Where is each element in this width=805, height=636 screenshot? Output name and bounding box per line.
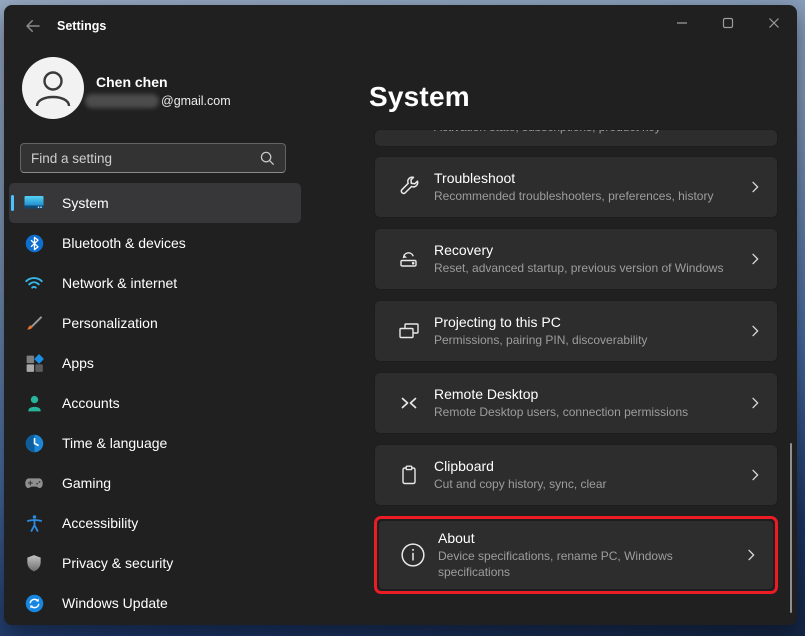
settings-window: Settings [4,5,797,625]
projecting-monitors-icon [396,318,422,344]
sidebar-item-label: System [62,195,109,211]
update-sync-icon [22,591,46,615]
item-subtitle: Device specifications, rename PC, Window… [438,548,740,580]
close-button[interactable] [751,5,797,41]
settings-item-partial[interactable]: Activation state, subscriptions, product… [374,129,778,147]
settings-item-clipboard[interactable]: Clipboard Cut and copy history, sync, cl… [374,444,778,506]
paintbrush-icon [22,311,46,335]
minimize-button[interactable] [659,5,705,41]
sidebar-item-system[interactable]: System [9,183,301,223]
sidebar-item-label: Windows Update [62,595,168,611]
titlebar: Settings [4,5,797,45]
sidebar-item-windows-update[interactable]: Windows Update [9,583,301,623]
avatar [22,57,84,119]
chevron-right-icon [747,323,763,339]
item-title: About [438,530,740,546]
settings-item-remote-desktop[interactable]: Remote Desktop Remote Desktop users, con… [374,372,778,434]
chevron-right-icon [743,547,759,563]
settings-list: Activation state, subscriptions, product… [374,129,778,594]
clock-icon [22,431,46,455]
selected-indicator [11,195,14,211]
search-input[interactable] [31,144,251,172]
clipboard-icon [396,462,422,488]
back-button[interactable] [16,11,50,41]
recovery-icon [396,246,422,272]
chevron-right-icon [747,395,763,411]
minimize-icon [676,17,688,29]
remote-desktop-icon [396,390,422,416]
scrollbar-thumb[interactable] [790,443,792,613]
user-profile[interactable]: Chen chen @gmail.com [22,57,322,127]
email-suffix: @gmail.com [161,94,231,108]
bluetooth-icon [22,231,46,255]
profile-name: Chen chen [96,74,168,90]
sidebar-item-apps[interactable]: Apps [9,343,301,383]
item-subtitle: Permissions, pairing PIN, discoverabilit… [434,332,647,348]
system-icon [22,191,46,215]
item-subtitle: Cut and copy history, sync, clear [434,476,607,492]
sidebar-nav: System Bluetooth & devices [9,183,301,623]
item-title: Projecting to this PC [434,314,647,330]
chevron-right-icon [747,179,763,195]
sidebar-item-label: Time & language [62,435,167,451]
sidebar-item-label: Personalization [62,315,158,331]
accounts-person-icon [22,391,46,415]
back-arrow-icon [24,17,42,35]
sidebar-item-privacy-security[interactable]: Privacy & security [9,543,301,583]
wrench-icon [396,174,422,200]
settings-item-recovery[interactable]: Recovery Reset, advanced startup, previo… [374,228,778,290]
sidebar-item-label: Privacy & security [62,555,173,571]
page-title: System [369,81,470,113]
sidebar-item-label: Apps [62,355,94,371]
wifi-icon [22,271,46,295]
sidebar-item-label: Accounts [62,395,120,411]
settings-item-about[interactable]: About Device specifications, rename PC, … [378,520,774,590]
search-box [20,143,286,173]
sidebar-item-gaming[interactable]: Gaming [9,463,301,503]
chevron-right-icon [747,251,763,267]
item-subtitle: Remote Desktop users, connection permiss… [434,404,688,420]
sidebar-item-personalization[interactable]: Personalization [9,303,301,343]
email-redacted-blur [85,94,159,108]
maximize-button[interactable] [705,5,751,41]
accessibility-person-icon [22,511,46,535]
sidebar-item-accessibility[interactable]: Accessibility [9,503,301,543]
item-title: Clipboard [434,458,607,474]
item-title: Remote Desktop [434,386,688,402]
chevron-right-icon [747,467,763,483]
desktop-background: Settings [0,0,805,636]
item-subtitle: Recommended troubleshooters, preferences… [434,188,713,204]
sidebar-item-network-internet[interactable]: Network & internet [9,263,301,303]
maximize-icon [722,17,734,29]
sidebar-item-label: Accessibility [62,515,138,531]
gamepad-icon [22,471,46,495]
close-icon [768,17,780,29]
search-icon[interactable] [258,149,276,167]
partial-subtitle: Activation state, subscriptions, product… [434,129,661,135]
info-icon [400,542,426,568]
sidebar-item-accounts[interactable]: Accounts [9,383,301,423]
item-title: Recovery [434,242,723,258]
sidebar-item-label: Gaming [62,475,111,491]
highlight-rectangle: About Device specifications, rename PC, … [374,516,778,594]
window-controls [659,5,797,41]
window-title: Settings [57,19,106,33]
settings-item-projecting[interactable]: Projecting to this PC Permissions, pairi… [374,300,778,362]
settings-item-troubleshoot[interactable]: Troubleshoot Recommended troubleshooters… [374,156,778,218]
apps-grid-icon [22,351,46,375]
sidebar-item-bluetooth-devices[interactable]: Bluetooth & devices [9,223,301,263]
shield-icon [22,551,46,575]
item-subtitle: Reset, advanced startup, previous versio… [434,260,723,276]
sidebar-item-label: Bluetooth & devices [62,235,186,251]
sidebar-item-label: Network & internet [62,275,177,291]
profile-email: @gmail.com [85,94,231,108]
item-title: Troubleshoot [434,170,713,186]
sidebar-item-time-language[interactable]: Time & language [9,423,301,463]
